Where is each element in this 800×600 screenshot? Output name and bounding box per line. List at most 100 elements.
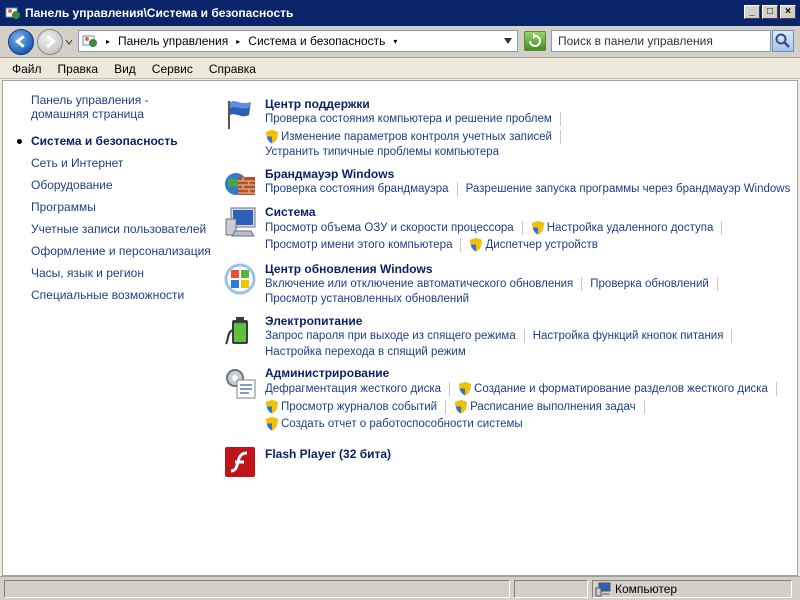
section-title[interactable]: Электропитание: [265, 314, 362, 328]
sidebar-item-network[interactable]: Сеть и Интернет: [31, 156, 123, 170]
menu-file[interactable]: Файл: [4, 62, 50, 76]
task-sleep-settings[interactable]: Настройка перехода в спящий режим: [265, 346, 466, 358]
task-allow-program-firewall[interactable]: Разрешение запуска программы через бранд…: [466, 183, 791, 195]
task-defragment[interactable]: Дефрагментация жесткого диска: [265, 383, 441, 395]
refresh-button[interactable]: [524, 31, 546, 51]
task-firewall-status[interactable]: Проверка состояния брандмауэра: [265, 183, 449, 195]
task-label: Расписание выполнения задач: [470, 400, 636, 413]
sidebar-item-hardware[interactable]: Оборудование: [31, 178, 113, 192]
title-bar[interactable]: Панель управления\Система и безопасность…: [0, 0, 800, 26]
uac-shield-icon: [455, 400, 468, 414]
task-separator: [716, 277, 718, 291]
breadcrumb-arrow-icon[interactable]: ▸: [106, 37, 110, 46]
address-dropdown-icon[interactable]: [504, 38, 512, 44]
task-troubleshoot[interactable]: Устранить типичные проблемы компьютера: [265, 146, 499, 158]
uac-shield-icon: [459, 382, 472, 396]
task-remote-access[interactable]: Настройка удаленного доступа: [531, 220, 714, 235]
task-device-manager[interactable]: Диспетчер устройств: [469, 237, 598, 252]
forward-button[interactable]: [37, 29, 63, 55]
task-check-updates[interactable]: Проверка обновлений: [590, 278, 709, 290]
task-uac-settings[interactable]: Изменение параметров контроля учетных за…: [265, 129, 552, 144]
task-event-logs[interactable]: Просмотр журналов событий: [265, 399, 437, 414]
task-label: Создать отчет о работоспособности систем…: [281, 417, 523, 430]
status-cell: [4, 580, 510, 598]
section-title[interactable]: Flash Player (32 бита): [265, 447, 391, 461]
sidebar-item-label: Система и безопасность: [31, 134, 178, 148]
sidebar-item-appearance[interactable]: Оформление и персонализация: [31, 244, 211, 258]
task-power-buttons[interactable]: Настройка функций кнопок питания: [533, 330, 724, 342]
menu-tools[interactable]: Сервис: [144, 62, 201, 76]
task-separator: [523, 329, 525, 343]
section-title[interactable]: Система: [265, 205, 316, 219]
sidebar-item-system-security[interactable]: Система и безопасность: [17, 134, 178, 148]
content-pane: Панель управления - домашняя страница Си…: [2, 80, 798, 576]
menu-bar: Файл Правка Вид Сервис Справка: [0, 59, 800, 79]
task-separator: [460, 237, 462, 252]
minimize-button[interactable]: _: [744, 5, 760, 19]
menu-view[interactable]: Вид: [106, 62, 144, 76]
search-button[interactable]: [772, 30, 794, 52]
task-label: Настройка удаленного доступа: [546, 221, 714, 234]
battery-icon: [225, 317, 248, 345]
sidebar-item-programs[interactable]: Программы: [31, 200, 96, 214]
task-toggle-auto-update[interactable]: Включение или отключение автоматического…: [265, 278, 573, 290]
section-title[interactable]: Брандмауэр Windows: [265, 167, 394, 181]
refresh-icon: [529, 33, 541, 47]
sidebar-item-accessibility[interactable]: Специальные возможности: [31, 288, 184, 302]
task-check-computer-status[interactable]: Проверка состояния компьютера и решение …: [265, 113, 552, 125]
task-disk-partitions[interactable]: Создание и форматирование разделов жестк…: [458, 381, 768, 396]
task-view-ram-cpu[interactable]: Просмотр объема ОЗУ и скорости процессор…: [265, 222, 514, 234]
maximize-button[interactable]: □: [762, 5, 778, 19]
address-toolbar: ▸ Панель управления ▸ Система и безопасн…: [0, 26, 800, 58]
current-page-bullet: [17, 139, 22, 144]
control-panel-icon: [5, 7, 20, 19]
task-separator: [643, 399, 645, 414]
recent-pages-dropdown[interactable]: [65, 38, 73, 46]
breadcrumb-control-panel[interactable]: Панель управления: [118, 34, 228, 48]
task-separator: [521, 220, 523, 235]
task-view-installed-updates[interactable]: Просмотр установленных обновлений: [265, 293, 469, 305]
section-title[interactable]: Центр обновления Windows: [265, 262, 433, 276]
flag-icon: [228, 101, 251, 129]
search-input[interactable]: Поиск в панели управления: [551, 30, 771, 52]
sidebar-home-link[interactable]: Панель управления - домашняя страница: [31, 93, 206, 121]
computer-icon: [225, 207, 256, 237]
task-separator: [449, 381, 451, 396]
breadcrumb-arrow-icon[interactable]: ▾: [393, 37, 397, 46]
task-health-report[interactable]: Создать отчет о работоспособности систем…: [265, 416, 523, 431]
sidebar-item-user-accounts[interactable]: Учетные записи пользователей: [31, 222, 206, 236]
back-button[interactable]: [8, 29, 34, 55]
sidebar: Панель управления - домашняя страница Си…: [17, 93, 211, 302]
arrow-right-icon: [46, 35, 56, 48]
close-button[interactable]: ×: [780, 5, 796, 19]
breadcrumb-system-security[interactable]: Система и безопасность: [248, 34, 385, 48]
status-zone: Компьютер: [592, 580, 792, 598]
task-separator: [581, 277, 583, 291]
uac-shield-icon: [470, 238, 483, 252]
sidebar-item-clock-region[interactable]: Часы, язык и регион: [31, 266, 144, 280]
task-separator: [721, 220, 723, 235]
task-label: Создание и форматирование разделов жестк…: [474, 382, 768, 395]
menu-edit[interactable]: Правка: [50, 62, 107, 76]
computer-icon: [595, 582, 611, 597]
task-separator: [445, 399, 447, 414]
flash-icon: [225, 447, 255, 477]
section-title[interactable]: Администрирование: [265, 366, 389, 380]
firewall-icon: [225, 173, 255, 195]
task-separator: [559, 129, 561, 144]
task-task-scheduler[interactable]: Расписание выполнения задач: [454, 399, 636, 414]
window-title: Панель управления\Система и безопасность: [25, 6, 294, 20]
arrow-left-icon: [15, 35, 25, 48]
task-separator: [456, 182, 458, 196]
status-bar: Компьютер: [0, 576, 800, 600]
task-wake-password[interactable]: Запрос пароля при выходе из спящего режи…: [265, 330, 516, 342]
section-title[interactable]: Центр поддержки: [265, 97, 370, 111]
menu-help[interactable]: Справка: [201, 62, 264, 76]
task-label: Изменение параметров контроля учетных за…: [281, 130, 552, 143]
task-separator: [731, 329, 733, 343]
status-cell: [514, 580, 588, 598]
address-field[interactable]: ▸ Панель управления ▸ Система и безопасн…: [78, 30, 518, 52]
breadcrumb-arrow-icon[interactable]: ▸: [236, 37, 240, 46]
uac-shield-icon: [266, 130, 278, 144]
task-view-computer-name[interactable]: Просмотр имени этого компьютера: [265, 239, 452, 251]
